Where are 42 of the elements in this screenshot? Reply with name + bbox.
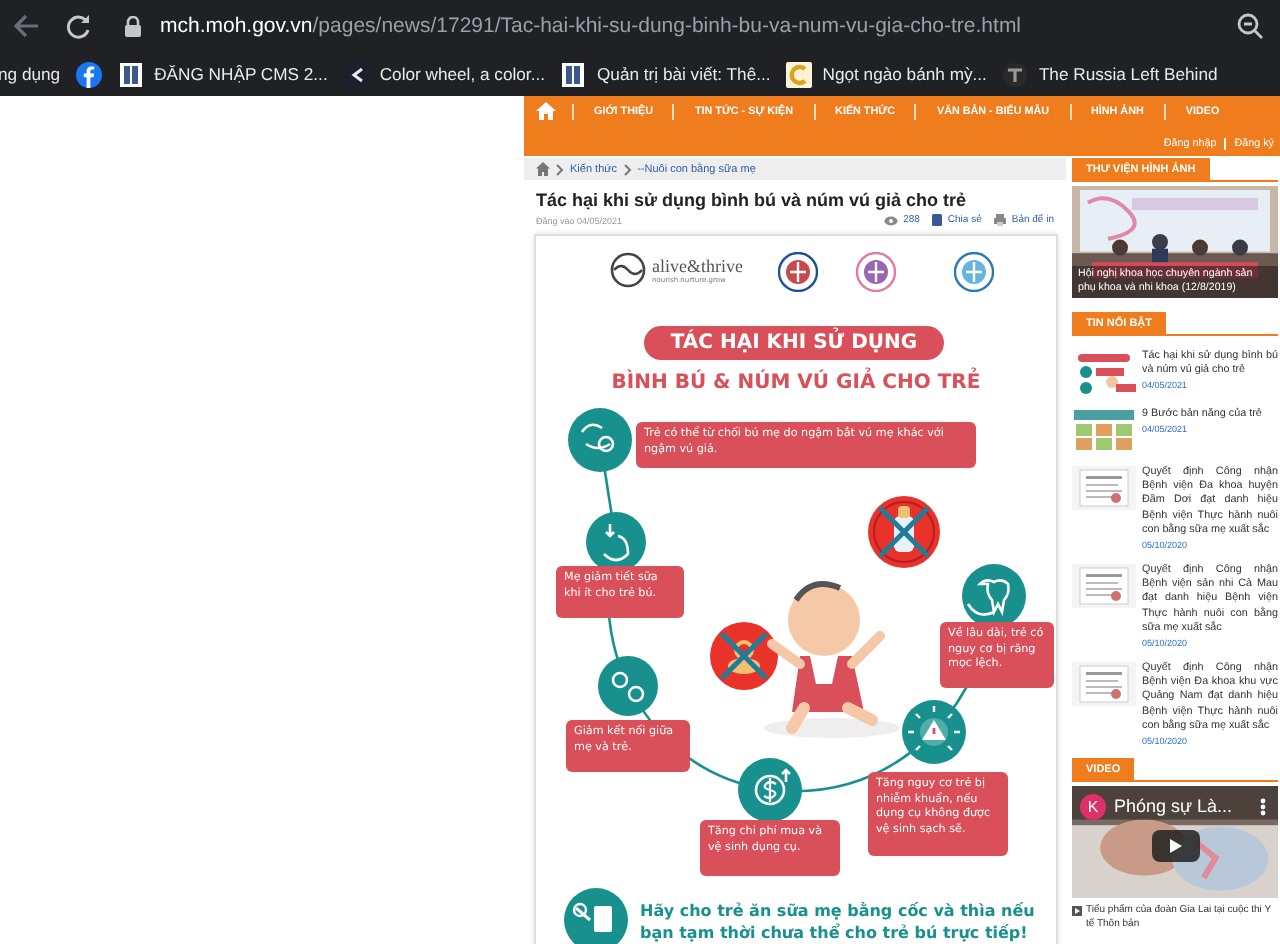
lock-icon	[124, 15, 142, 37]
video-title: Phóng sự Là...	[1114, 796, 1233, 817]
logo-name: alive&thrive	[652, 257, 743, 275]
print-icon	[993, 214, 1006, 226]
no-bottle-icon	[868, 496, 940, 568]
money-icon	[738, 758, 802, 822]
bookmark[interactable]: The Russia Left Behind	[998, 61, 1222, 87]
swirl-logo-icon	[610, 252, 646, 288]
bookmark[interactable]: Quản trị bài viết: Thê...	[556, 61, 775, 87]
germ-warning-icon	[902, 700, 966, 764]
infographic-title: TÁC HẠI KHI SỬ DỤNG	[644, 326, 944, 360]
mother-child-icon	[598, 656, 658, 716]
no-pacifier-icon	[710, 622, 778, 690]
share-icon	[931, 214, 942, 226]
play-button-icon[interactable]	[1152, 830, 1200, 863]
video-icon	[1072, 906, 1082, 917]
emblem-icon	[856, 252, 896, 292]
back-icon[interactable]	[12, 12, 40, 40]
mother-baby-icon	[568, 408, 632, 472]
reload-icon[interactable]	[64, 12, 92, 40]
article-title: Tác hại khi sử dụng bình bú và núm vú giả cho trẻ	[536, 190, 969, 210]
bookmark[interactable]: Color wheel, a color...	[339, 61, 549, 87]
address-field[interactable]: mch.moh.gov.vn/pages/news/17291/Tac-hai-khi-su-dung-binh-bu-va-num-vu-gia-cho-tre.html	[116, 6, 1212, 46]
more-icon[interactable]	[1260, 798, 1266, 817]
page-icon	[560, 61, 587, 87]
bookmark[interactable]: ĐĂNG NHẬP CMS 2...	[114, 61, 332, 87]
page-icon	[118, 61, 145, 87]
zoom-icon[interactable]	[1236, 12, 1264, 40]
home-icon[interactable]	[536, 102, 556, 120]
bookmark[interactable]: Ngọt ngào bánh mỳ...	[782, 61, 991, 87]
facebook-icon[interactable]	[76, 61, 103, 87]
c-logo-icon	[786, 61, 813, 87]
chevron-icon	[623, 163, 632, 175]
url-text: mch.moh.gov.vn/pages/news/17291/Tac-hai-khi-su-dung-binh-bu-va-num-vu-gia-cho-tre.html	[160, 14, 1022, 38]
newspaper-icon	[1002, 61, 1029, 87]
emblem-icon	[954, 252, 994, 292]
advice-text: Hãy cho trẻ ăn sữa mẹ bằng cốc và thìa nếu bạn tạm thời chưa thể cho trẻ bú trực tiếp!	[640, 900, 1037, 944]
chevron-icon	[556, 163, 564, 175]
emblem-icon	[778, 252, 818, 292]
home-icon[interactable]	[536, 162, 550, 176]
infographic-subtitle: BÌNH BÚ & NÚM VÚ GIẢ CHO TRẺ	[576, 372, 1016, 394]
eye-icon	[883, 215, 898, 225]
